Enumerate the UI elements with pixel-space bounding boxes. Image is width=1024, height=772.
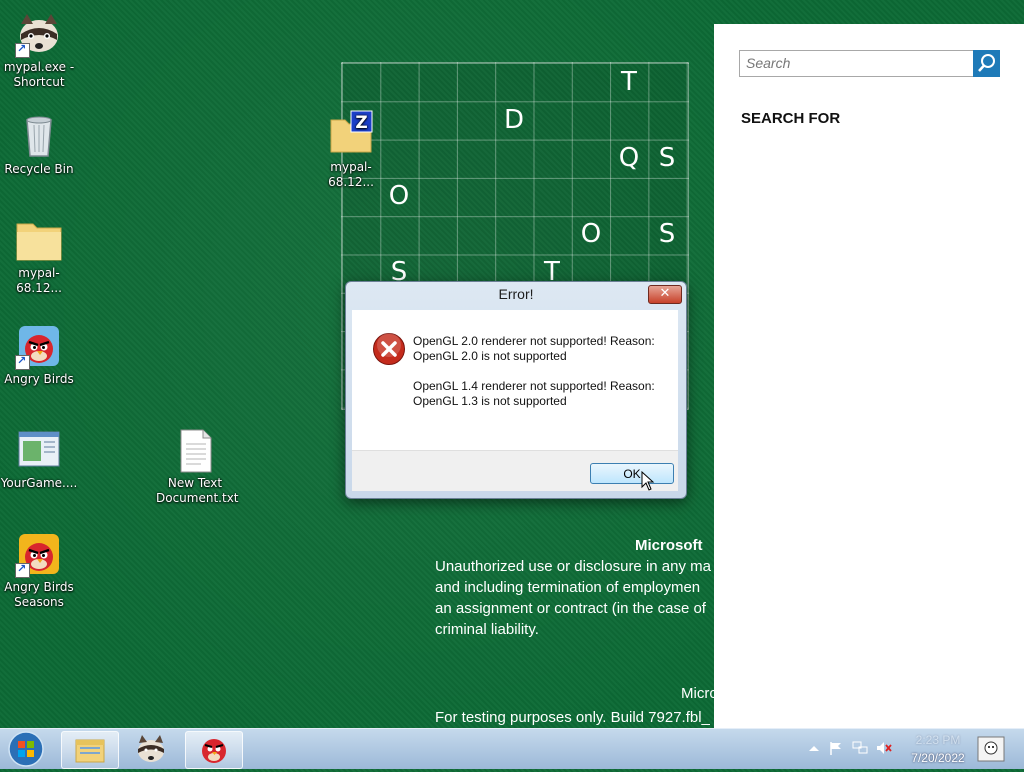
network-icon[interactable] (852, 741, 868, 755)
mouse-cursor-icon (641, 471, 655, 491)
grid-letter: S (658, 143, 676, 173)
raccoon-app-icon (138, 735, 164, 762)
watermark-line: and including termination of employmen (435, 579, 701, 596)
volume-muted-icon[interactable] (876, 741, 892, 755)
taskbar: 2:23 PM 7/20/2022 (0, 728, 1024, 769)
recycle-bin-icon (15, 112, 63, 160)
file-explorer-icon (75, 739, 105, 763)
desktop-icon-label: mypal-68.12... (16, 266, 62, 295)
shortcut-arrow-icon (15, 561, 30, 578)
show-desktop-button[interactable] (976, 731, 1006, 767)
angry-birds-icon (15, 322, 63, 370)
desktop-icon-yourgame[interactable]: YourGame.... (0, 426, 78, 491)
grid-letter: T (621, 67, 637, 97)
raccoon-app-icon (15, 10, 63, 58)
ok-button[interactable]: OK (590, 463, 674, 484)
desktop-icon-new-text-document[interactable]: New Text Document.txt (156, 426, 239, 506)
dialog-title: Error! (498, 286, 534, 302)
text-document-icon (171, 426, 219, 474)
error-dialog: Error! ✕ OpenGL 2.0 renderer not support… (345, 281, 687, 499)
desktop-icon-label: Recycle Bin (4, 162, 74, 176)
user-avatar-icon (977, 736, 1005, 762)
search-icon (978, 54, 995, 72)
desktop-icon-angry-birds-seasons[interactable]: Angry Birds Seasons (0, 530, 78, 610)
grid-letter: O (580, 219, 602, 249)
grid-letter: S (658, 219, 676, 249)
angry-birds-icon (202, 739, 226, 763)
taskbar-angry-birds[interactable] (185, 731, 243, 769)
search-button[interactable] (973, 50, 1000, 77)
taskbar-mypal[interactable] (123, 731, 179, 767)
desktop-icon-mypal-folder[interactable]: mypal-68.12... (0, 216, 78, 296)
watermark-company: Microsoft (635, 537, 703, 554)
shortcut-arrow-icon (15, 353, 30, 370)
desktop-icon-label: mypal.exe - Shortcut (3, 60, 75, 89)
watermark-line: Unauthorized use or disclosure in any ma (435, 558, 711, 575)
zip-folder-icon: Z (327, 110, 375, 158)
search-panel: SEARCH FOR (714, 24, 1024, 742)
taskbar-file-explorer[interactable] (61, 731, 119, 769)
desktop-icon-label: Angry Birds (4, 372, 74, 386)
action-center-flag-icon[interactable] (828, 741, 844, 755)
search-for-heading: SEARCH FOR (741, 110, 841, 127)
dialog-body: OpenGL 2.0 renderer not supported! Reaso… (352, 310, 678, 450)
search-box (739, 50, 975, 77)
error-icon (373, 333, 405, 365)
watermark-line: an assignment or contract (in the case o… (435, 600, 706, 617)
close-button[interactable]: ✕ (648, 285, 682, 304)
desktop-icon-mypal-zip[interactable]: Z mypal-68.12... (312, 110, 390, 190)
shortcut-arrow-icon (15, 41, 30, 58)
windows-start-icon (8, 731, 44, 767)
error-message-line: OpenGL 1.4 renderer not supported! Reaso… (413, 379, 655, 393)
close-icon: ✕ (659, 286, 671, 301)
error-message-line: OpenGL 2.0 renderer not supported! Reaso… (413, 334, 655, 348)
game-window-icon (15, 426, 63, 474)
grid-letter: Q (618, 143, 640, 173)
desktop-icon-label: Angry Birds Seasons (4, 580, 74, 609)
angry-birds-seasons-icon (15, 530, 63, 578)
clock[interactable]: 2:23 PM 7/20/2022 (903, 731, 973, 767)
desktop-icon-label: YourGame.... (0, 476, 78, 490)
show-hidden-icons-icon[interactable] (806, 741, 822, 755)
build-watermark: For testing purposes only. Build 7927.fb… (435, 709, 710, 726)
error-message-line: OpenGL 1.3 is not supported (413, 394, 567, 408)
watermark-line: criminal liability. (435, 621, 539, 638)
svg-text:Z: Z (355, 113, 367, 133)
desktop-icon-mypal-shortcut[interactable]: mypal.exe - Shortcut (0, 10, 78, 90)
grid-letter: D (503, 105, 525, 135)
desktop-icon-angry-birds[interactable]: Angry Birds (0, 322, 78, 387)
error-message-1: OpenGL 2.0 renderer not supported! Reaso… (413, 334, 655, 364)
desktop-icon-recycle-bin[interactable]: Recycle Bin (0, 112, 78, 177)
folder-icon (15, 216, 63, 264)
clock-date: 7/20/2022 (911, 751, 965, 765)
desktop-icon-label: New Text Document.txt (156, 476, 239, 505)
error-message-2: OpenGL 1.4 renderer not supported! Reaso… (413, 379, 655, 409)
clock-time: 2:23 PM (915, 733, 961, 747)
watermark-line: Micro (681, 685, 718, 702)
desktop-icon-label: mypal-68.12... (328, 160, 374, 189)
search-input[interactable] (740, 51, 972, 74)
error-message-line: OpenGL 2.0 is not supported (413, 349, 567, 363)
start-button[interactable] (6, 730, 46, 768)
dialog-footer: OK (352, 450, 678, 491)
